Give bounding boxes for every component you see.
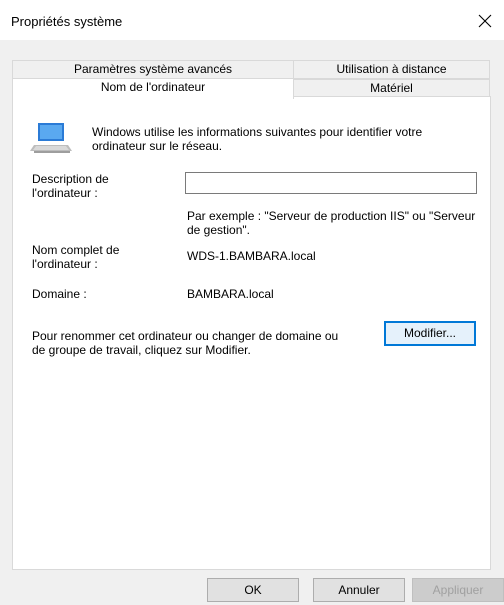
description-input[interactable] bbox=[185, 172, 477, 194]
window-title: Propriétés système bbox=[11, 14, 123, 29]
tab-label: Paramètres système avancés bbox=[73, 62, 233, 76]
close-button[interactable] bbox=[466, 4, 504, 38]
close-icon bbox=[478, 14, 492, 28]
tab-label: Nom de l'ordinateur bbox=[100, 80, 206, 94]
domain-value: BAMBARA.local bbox=[187, 287, 274, 301]
tab-advanced-settings[interactable]: Paramètres système avancés bbox=[12, 60, 294, 79]
apply-button[interactable]: Appliquer bbox=[412, 578, 504, 602]
tab-remote[interactable]: Utilisation à distance bbox=[293, 60, 490, 79]
computer-icon bbox=[30, 123, 72, 153]
description-hint: Par exemple : "Serveur de production IIS… bbox=[187, 209, 476, 237]
description-label: Description de l'ordinateur : bbox=[32, 172, 109, 200]
fullname-label: Nom complet de l'ordinateur : bbox=[32, 243, 120, 271]
fullname-value: WDS-1.BAMBARA.local bbox=[187, 249, 316, 263]
intro-text: Windows utilise les informations suivant… bbox=[92, 125, 423, 153]
tab-computer-name[interactable]: Nom de l'ordinateur bbox=[12, 78, 294, 99]
ok-button[interactable]: OK bbox=[207, 578, 299, 602]
rename-text: Pour renommer cet ordinateur ou changer … bbox=[32, 329, 339, 357]
tab-label: Utilisation à distance bbox=[336, 62, 447, 76]
cancel-button[interactable]: Annuler bbox=[313, 578, 405, 602]
title-bar: Propriétés système bbox=[0, 0, 504, 40]
tab-label: Matériel bbox=[370, 81, 413, 95]
modify-button[interactable]: Modifier... bbox=[384, 321, 476, 346]
domain-label: Domaine : bbox=[32, 287, 87, 301]
